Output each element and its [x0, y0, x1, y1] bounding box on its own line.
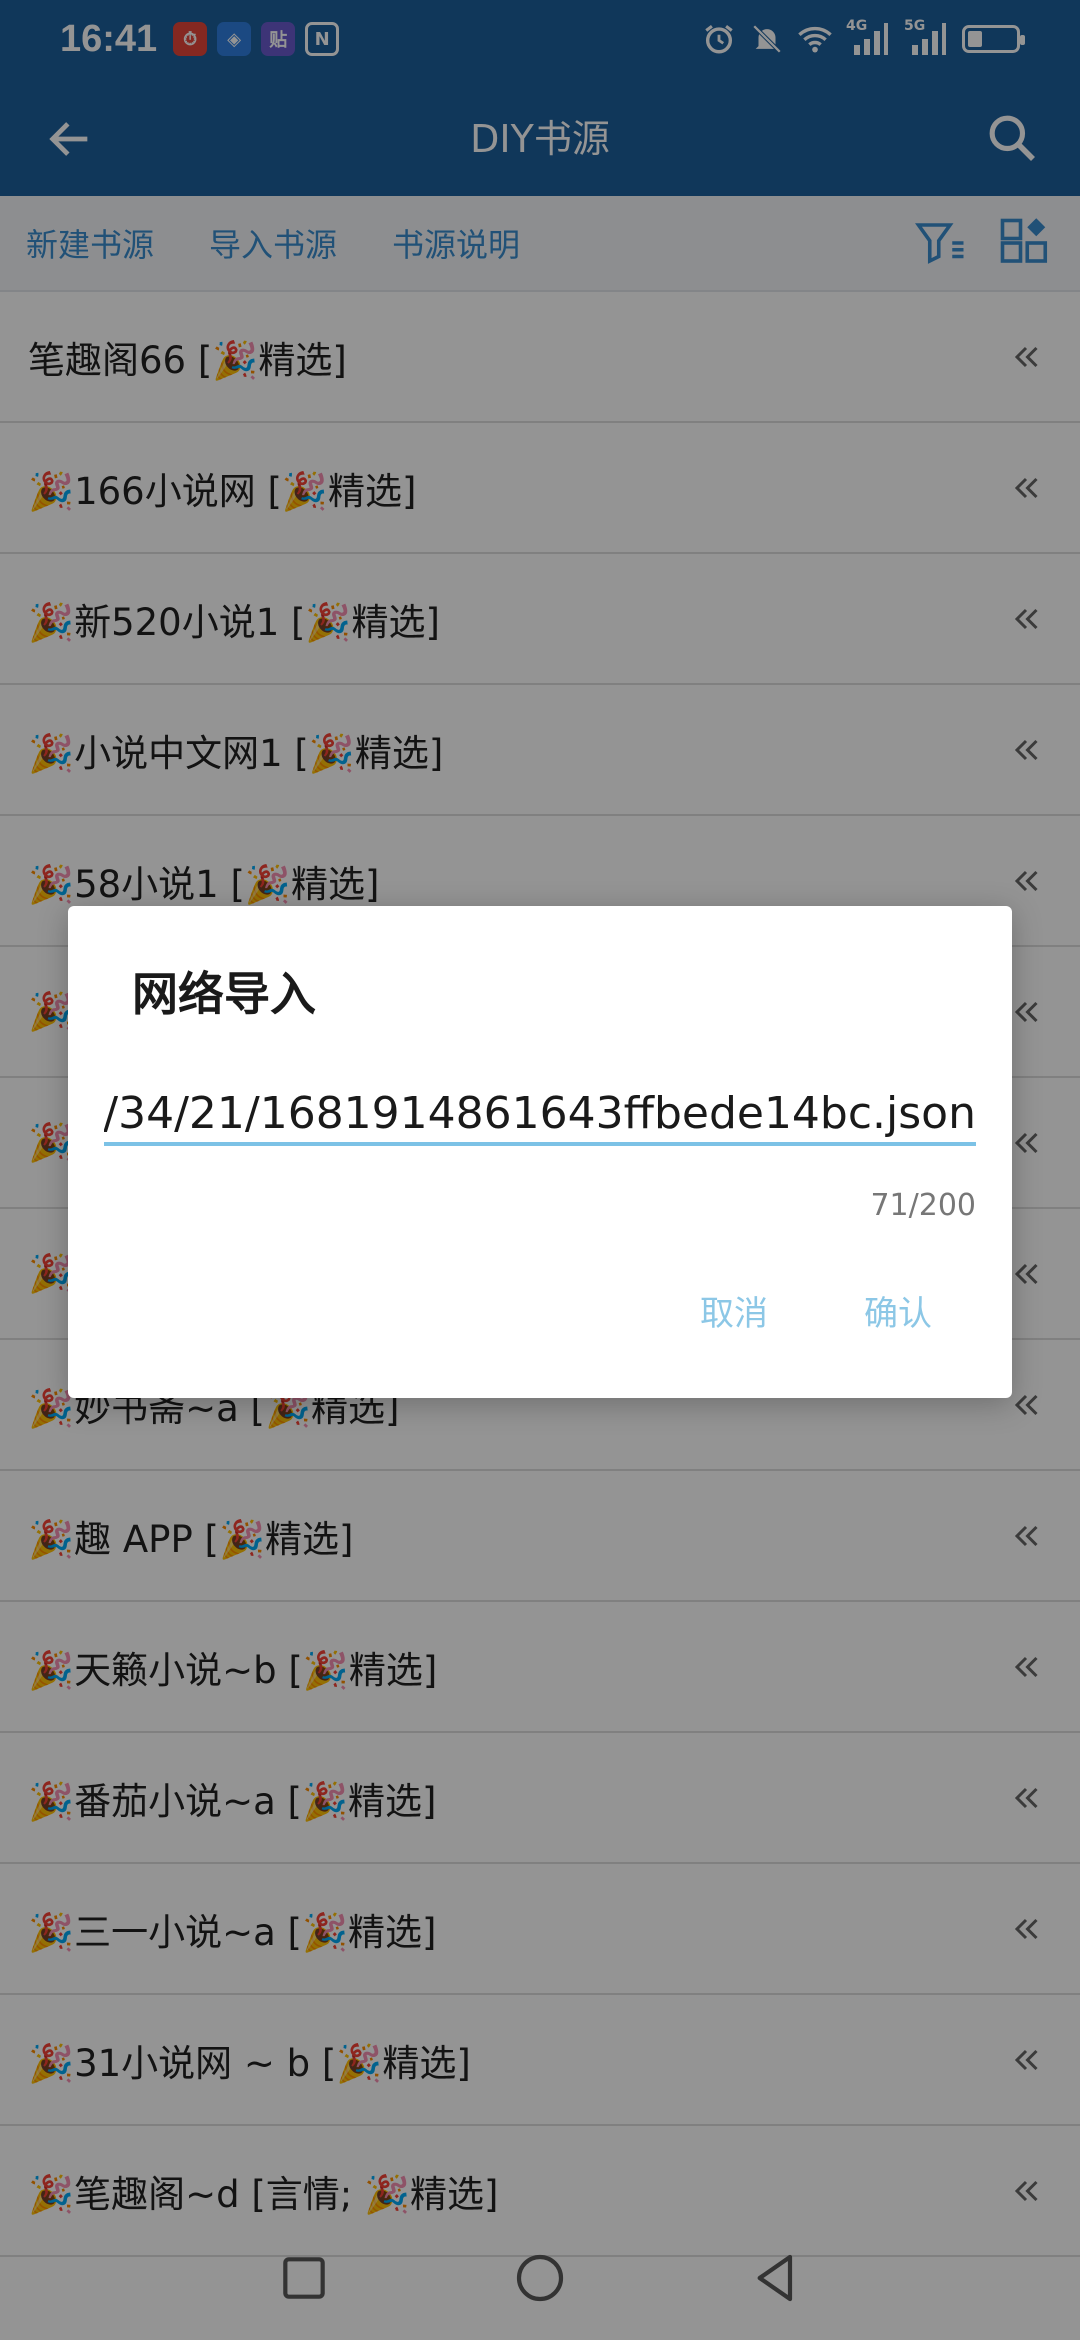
dialog-title: 网络导入 — [132, 967, 316, 1021]
network-import-dialog: 网络导入 71/200 取消 确认 — [68, 906, 1012, 1398]
system-nav-bar — [0, 2216, 1080, 2340]
back-triangle-icon[interactable] — [748, 2250, 804, 2306]
cancel-button[interactable]: 取消 — [700, 1286, 768, 1335]
confirm-button[interactable]: 确认 — [864, 1286, 932, 1335]
home-circle-icon[interactable] — [512, 2250, 568, 2306]
recents-square-icon[interactable] — [276, 2250, 332, 2306]
url-input[interactable] — [104, 1084, 976, 1142]
char-counter: 71/200 — [870, 1188, 976, 1223]
url-field[interactable] — [104, 1084, 976, 1146]
